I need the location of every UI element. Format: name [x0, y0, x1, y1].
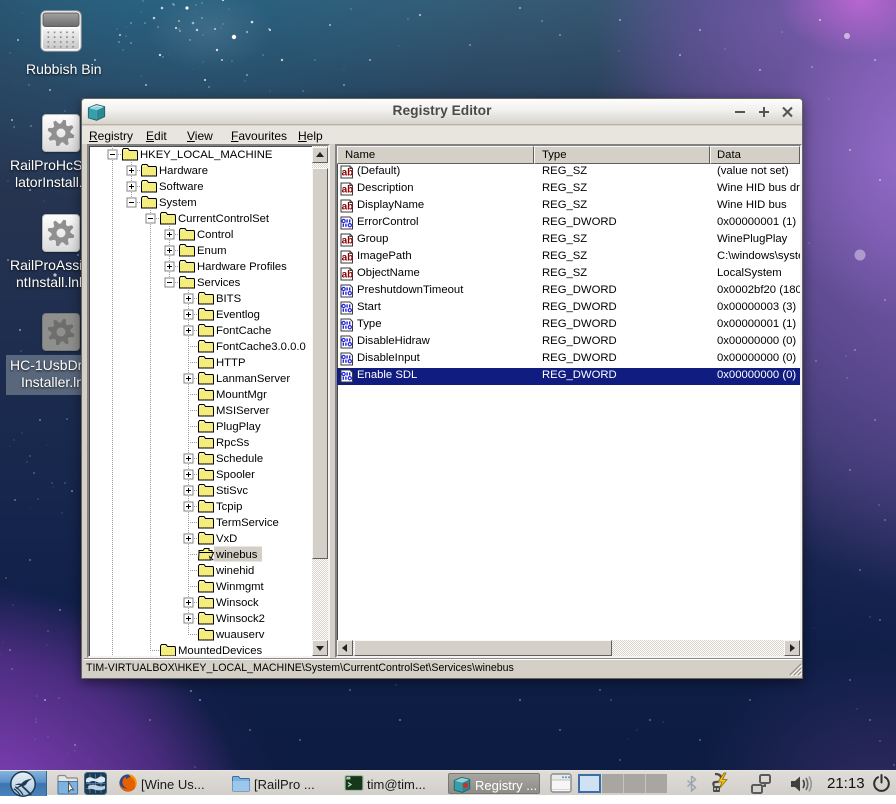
- svg-text:LanmanServer: LanmanServer: [216, 373, 290, 385]
- svg-text:Spooler: Spooler: [216, 469, 255, 481]
- svg-text:ab: ab: [342, 253, 354, 264]
- svg-text:Services: Services: [197, 277, 241, 289]
- svg-text:ab: ab: [342, 270, 354, 281]
- svg-text:winebus: winebus: [215, 549, 258, 561]
- svg-text:Hardware: Hardware: [159, 165, 208, 177]
- svg-text:FontCache: FontCache: [216, 325, 271, 337]
- svg-text:CurrentControlSet: CurrentControlSet: [178, 213, 270, 225]
- svg-text:FontCache3.0.0.0: FontCache3.0.0.0: [216, 341, 306, 353]
- svg-text:Eventlog: Eventlog: [216, 309, 260, 321]
- svg-text:PlugPlay: PlugPlay: [216, 421, 261, 433]
- svg-text:Control: Control: [197, 229, 233, 241]
- svg-text:Winsock2: Winsock2: [216, 613, 265, 625]
- svg-text:Schedule: Schedule: [216, 453, 263, 465]
- svg-text:TermService: TermService: [216, 517, 279, 529]
- svg-text:VxD: VxD: [216, 533, 237, 545]
- svg-text:ab: ab: [342, 185, 354, 196]
- svg-text:ab: ab: [342, 168, 354, 179]
- svg-text:ab: ab: [342, 202, 354, 213]
- svg-text:RpcSs: RpcSs: [216, 437, 250, 449]
- svg-text:BITS: BITS: [216, 293, 242, 305]
- svg-text:Enum: Enum: [197, 245, 227, 257]
- svg-text:winehid: winehid: [215, 565, 254, 577]
- svg-text:HKEY_LOCAL_MACHINE: HKEY_LOCAL_MACHINE: [140, 149, 273, 161]
- svg-text:MountedDevices: MountedDevices: [178, 645, 262, 656]
- svg-text:Tcpip: Tcpip: [216, 501, 242, 513]
- svg-text:Hardware Profiles: Hardware Profiles: [197, 261, 287, 273]
- svg-text:ab: ab: [342, 236, 354, 247]
- svg-text:MountMgr: MountMgr: [216, 389, 267, 401]
- svg-text:Software: Software: [159, 181, 204, 193]
- svg-text:MSIServer: MSIServer: [216, 405, 270, 417]
- svg-text:wuauserv: wuauserv: [215, 629, 265, 641]
- svg-text:StiSvc: StiSvc: [216, 485, 248, 497]
- svg-text:Winsock: Winsock: [216, 597, 259, 609]
- svg-text:HTTP: HTTP: [216, 357, 246, 369]
- svg-text:System: System: [159, 197, 197, 209]
- svg-text:Winmgmt: Winmgmt: [216, 581, 265, 593]
